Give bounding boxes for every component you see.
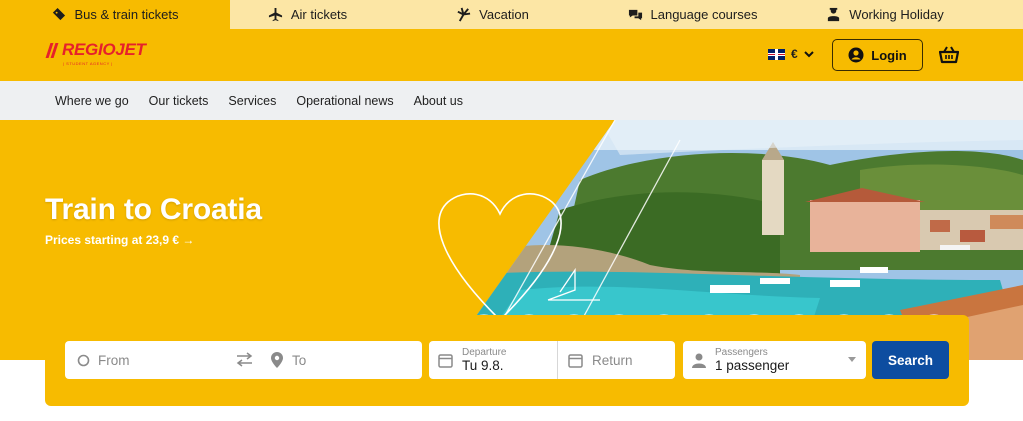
location-pin-icon <box>271 352 283 368</box>
hero-price-link[interactable]: Prices starting at 23,9 € → <box>45 233 194 247</box>
departure-label: Departure <box>462 346 507 358</box>
search-panel: From To Departure Tu 9.8. Return Passeng… <box>45 315 969 406</box>
nav-about-us[interactable]: About us <box>414 94 463 108</box>
nav-services[interactable]: Services <box>228 94 276 108</box>
tab-bus-train-tickets[interactable]: Bus & train tickets <box>0 0 230 29</box>
calendar-icon <box>438 353 453 368</box>
user-circle-icon <box>848 47 864 63</box>
nav-our-tickets[interactable]: Our tickets <box>149 94 209 108</box>
departure-date-field[interactable]: Departure Tu 9.8. <box>438 341 506 379</box>
tab-air-tickets[interactable]: Air tickets <box>230 0 385 29</box>
person-icon <box>692 353 706 368</box>
plane-icon <box>268 7 282 22</box>
from-placeholder: From <box>98 352 130 368</box>
tab-label: Vacation <box>479 7 529 22</box>
basket-icon[interactable] <box>939 46 959 64</box>
nav-where-we-go[interactable]: Where we go <box>55 94 129 108</box>
nav-operational-news[interactable]: Operational news <box>296 94 393 108</box>
logo-text: REGIOJET <box>62 40 146 59</box>
uk-flag-icon <box>768 48 785 60</box>
dropdown-caret-icon <box>848 357 856 362</box>
return-date-field[interactable]: Return <box>568 341 633 379</box>
language-currency-selector[interactable]: € <box>768 47 814 61</box>
to-placeholder: To <box>292 352 307 368</box>
regiojet-logo[interactable]: REGIOJET | STUDENT AGENCY | <box>45 40 146 66</box>
tab-label: Bus & train tickets <box>74 7 179 22</box>
to-field[interactable]: To <box>271 341 306 379</box>
tab-language-courses[interactable]: Language courses <box>600 0 785 29</box>
chat-bubbles-icon <box>628 9 642 21</box>
palm-icon <box>457 7 471 22</box>
main-navigation: Where we go Our tickets Services Operati… <box>0 81 1023 120</box>
date-divider <box>557 341 558 379</box>
ticket-icon <box>53 7 66 21</box>
passengers-label: Passengers <box>715 346 768 358</box>
from-field[interactable]: From <box>77 341 130 379</box>
date-fields: Departure Tu 9.8. Return <box>429 341 675 379</box>
chevron-down-icon <box>803 50 814 57</box>
worker-icon <box>828 7 840 22</box>
tab-working-holiday[interactable]: Working Holiday <box>785 0 985 29</box>
hero-title: Train to Croatia <box>45 193 262 226</box>
calendar-icon <box>568 353 583 368</box>
login-label: Login <box>871 47 907 63</box>
currency-label: € <box>791 47 798 61</box>
departure-value: Tu 9.8. <box>462 357 504 373</box>
tab-label: Language courses <box>650 7 758 22</box>
tab-vacation[interactable]: Vacation <box>385 0 600 29</box>
passengers-select[interactable]: Passengers 1 passenger <box>683 341 866 379</box>
logo-tagline: | STUDENT AGENCY | <box>63 61 113 66</box>
return-placeholder: Return <box>592 352 633 368</box>
origin-circle-icon <box>77 354 90 366</box>
search-button[interactable]: Search <box>872 341 949 379</box>
logo-bars-icon <box>45 42 59 58</box>
passengers-value: 1 passenger <box>715 357 790 373</box>
category-tabs: Bus & train tickets Air tickets Vacation… <box>0 0 1023 29</box>
swap-arrows-icon[interactable] <box>236 352 253 367</box>
login-button[interactable]: Login <box>832 39 923 71</box>
route-fields: From To <box>65 341 422 379</box>
tab-label: Working Holiday <box>849 7 944 22</box>
tab-label: Air tickets <box>290 7 348 22</box>
